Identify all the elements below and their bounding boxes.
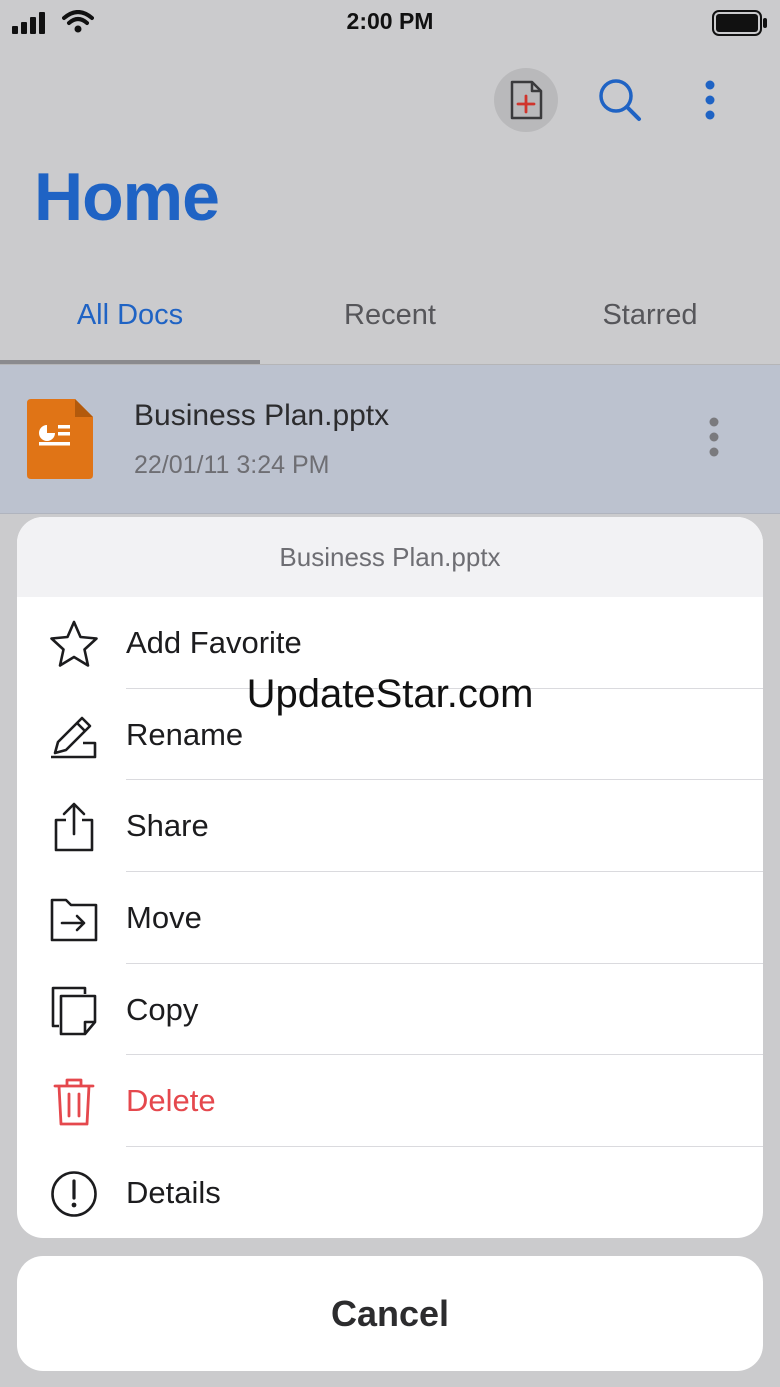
tab-recent[interactable]: Recent	[260, 290, 520, 340]
search-icon	[599, 79, 641, 121]
status-bar: 2:00 PM	[0, 0, 780, 44]
move-item[interactable]: Move	[17, 872, 763, 964]
document-date: 22/01/11 3:24 PM	[134, 451, 330, 479]
info-icon	[49, 1169, 99, 1219]
status-time: 2:00 PM	[346, 8, 434, 34]
share-item[interactable]: Share	[17, 780, 763, 873]
tab-bar: All Docs Recent Starred	[0, 290, 780, 365]
delete-item[interactable]: Delete	[17, 1055, 763, 1148]
new-document-icon	[510, 80, 543, 120]
tab-all-docs[interactable]: All Docs	[0, 290, 260, 340]
pptx-file-icon	[27, 399, 93, 479]
details-item[interactable]: Details	[17, 1147, 763, 1238]
active-tab-indicator	[0, 360, 260, 364]
battery-icon	[712, 10, 767, 36]
copy-icon	[49, 986, 99, 1036]
page-title: Home	[34, 159, 220, 235]
tab-starred[interactable]: Starred	[520, 290, 780, 340]
new-document-button[interactable]	[494, 68, 558, 132]
share-label: Share	[126, 808, 209, 844]
share-icon	[49, 802, 99, 852]
delete-label: Delete	[126, 1083, 216, 1119]
more-vertical-icon	[705, 80, 715, 120]
trash-icon	[49, 1077, 99, 1127]
document-list-item[interactable]: Business Plan.pptx 22/01/11 3:24 PM	[0, 365, 780, 514]
copy-item[interactable]: Copy	[17, 964, 763, 1056]
move-icon	[49, 894, 99, 944]
document-name: Business Plan.pptx	[134, 399, 390, 432]
watermark: UpdateStar.com	[246, 672, 534, 716]
star-icon	[49, 619, 99, 669]
more-options-button[interactable]	[678, 68, 742, 132]
copy-label: Copy	[126, 991, 199, 1027]
details-label: Details	[126, 1175, 221, 1211]
cancel-button[interactable]: Cancel	[17, 1256, 763, 1371]
pencil-icon	[49, 711, 99, 761]
action-sheet: Business Plan.pptx Add Favorite Rename S…	[17, 517, 763, 1238]
document-more-icon[interactable]	[708, 417, 720, 457]
search-button[interactable]	[588, 68, 652, 132]
move-label: Move	[126, 900, 202, 936]
action-sheet-title: Business Plan.pptx	[17, 517, 763, 597]
